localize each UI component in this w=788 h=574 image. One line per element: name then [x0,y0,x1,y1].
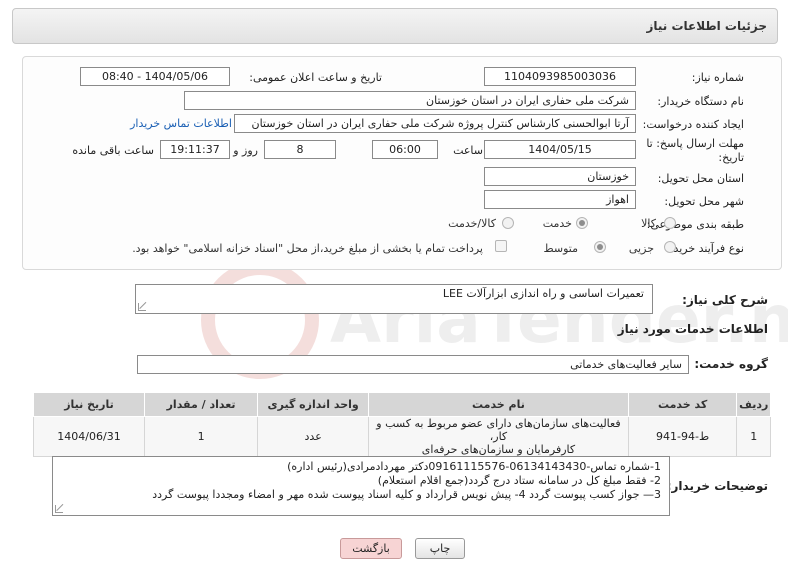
cell-service-name: فعالیت‌های سازمان‌های دارای عضو مربوط به… [368,416,629,457]
general-description-field[interactable]: تعمیرات اساسی و راه اندازی ابزارآلات LEE [135,284,653,314]
category-label: طبقه بندی موضوعی: [646,218,744,231]
remaining-time-label: ساعت باقی مانده [72,144,154,157]
col-row-header: ردیف [736,392,771,417]
category-option-goods-radio[interactable] [664,217,676,229]
col-qty-header: تعداد / مقدار [143,392,259,417]
cell-service-name-line2: کارفرمایان و سازمان‌های حرفه‌ای [421,443,576,456]
delivery-city-label: شهر محل تحویل: [664,195,744,208]
col-date-header: تاریخ نیاز [33,392,145,417]
delivery-province-field[interactable]: خوزستان [484,167,636,186]
deadline-label: مهلت ارسال پاسخ: تا [646,137,744,150]
buyer-notes-label: توضیحات خریدار: [666,479,768,493]
process-type-label: نوع فرآیند خرید : [666,242,744,255]
cell-row-number: 1 [736,416,771,457]
buyer-org-label: نام دستگاه خریدار: [657,95,744,108]
buyer-notes-line-2: 2- فقط مبلغ کل در سامانه ستاد درج گردد(ج… [377,474,661,487]
cell-service-name-line1: فعالیت‌های سازمان‌های دارای عضو مربوط به… [376,417,621,443]
print-button[interactable]: چاپ [415,538,465,559]
col-name-header: نام خدمت [368,392,629,417]
service-group-label: گروه خدمت: [694,357,768,371]
cell-qty: 1 [143,416,259,457]
deadline-date-field[interactable]: 1404/05/15 [484,140,636,159]
services-table: ردیف کد خدمت نام خدمت واحد اندازه گیری ت… [33,392,771,457]
need-number-field[interactable]: 1104093985003036 [484,67,636,86]
general-description-label: شرح کلی نیاز: [682,293,768,307]
deadline-time-label: ساعت [453,144,483,157]
need-details-panel [22,56,782,270]
resize-handle-icon[interactable] [55,505,63,513]
process-option-minor-label: جزیی [628,242,654,255]
buyer-org-field[interactable]: شرکت ملی حفاری ایران در استان خوزستان [184,91,636,110]
treasury-payment-note: پرداخت تمام یا بخشی از مبلغ خرید،از محل … [132,242,483,255]
announce-datetime-field[interactable]: 1404/05/06 - 08:40 [80,67,230,86]
category-option-mixed-radio[interactable] [502,217,514,229]
deadline-time-field[interactable]: 06:00 [372,140,438,159]
announce-datetime-label: تاریخ و ساعت اعلان عمومی: [249,71,382,84]
remaining-days-label: روز و [233,144,258,157]
col-code-header: کد خدمت [627,392,738,417]
buyer-notes-line-1: 1-شماره تماس-06134143430-09161115576دکتر… [287,460,661,473]
process-option-medium-label: متوسط [543,242,578,255]
services-section-title: اطلاعات خدمات مورد نیاز [617,322,768,336]
deadline-label-date: تاریخ: [718,151,744,164]
requester-label: ایجاد کننده درخواست: [642,118,744,131]
service-group-field[interactable]: سایر فعالیت‌های خدماتی [137,355,689,374]
process-option-minor-radio[interactable] [664,241,676,253]
process-option-medium-radio[interactable] [594,241,606,253]
need-number-label: شماره نیاز: [691,71,744,84]
cell-service-code: ط-94-941 [627,416,738,457]
col-unit-header: واحد اندازه گیری [257,392,370,417]
page-title: جزئیات اطلاعات نیاز [646,19,767,33]
cell-unit: عدد [257,416,370,457]
buyer-contact-link[interactable]: اطلاعات تماس خریدار [130,117,232,130]
remaining-time-field[interactable]: 19:11:37 [160,140,230,159]
treasury-payment-checkbox[interactable] [495,240,507,252]
table-header-row: ردیف کد خدمت نام خدمت واحد اندازه گیری ت… [33,392,771,417]
buyer-notes-field[interactable]: 1-شماره تماس-06134143430-09161115576دکتر… [52,456,670,516]
remaining-days-field[interactable]: 8 [264,140,336,159]
category-option-service-label: خدمت [542,217,572,230]
back-button[interactable]: بازگشت [340,538,402,559]
resize-handle-icon[interactable] [138,303,146,311]
general-description-text: تعمیرات اساسی و راه اندازی ابزارآلات LEE [442,287,644,300]
delivery-province-label: استان محل تحویل: [657,172,744,185]
page-header: جزئیات اطلاعات نیاز [12,8,778,44]
table-row[interactable]: 1 ط-94-941 فعالیت‌های سازمان‌های دارای ع… [33,416,771,457]
delivery-city-field[interactable]: اهواز [484,190,636,209]
cell-need-date: 1404/06/31 [33,416,145,457]
buyer-notes-line-3: 3— جواز کسب پیوست گردد 4- پیش نویس قرارد… [152,488,661,501]
requester-field[interactable]: آرتا ابوالحسنی کارشناس کنترل پروژه شرکت … [234,114,636,133]
category-option-service-radio[interactable] [576,217,588,229]
category-option-goods-label: کالا [641,217,656,230]
category-option-mixed-label: کالا/خدمت [448,217,496,230]
